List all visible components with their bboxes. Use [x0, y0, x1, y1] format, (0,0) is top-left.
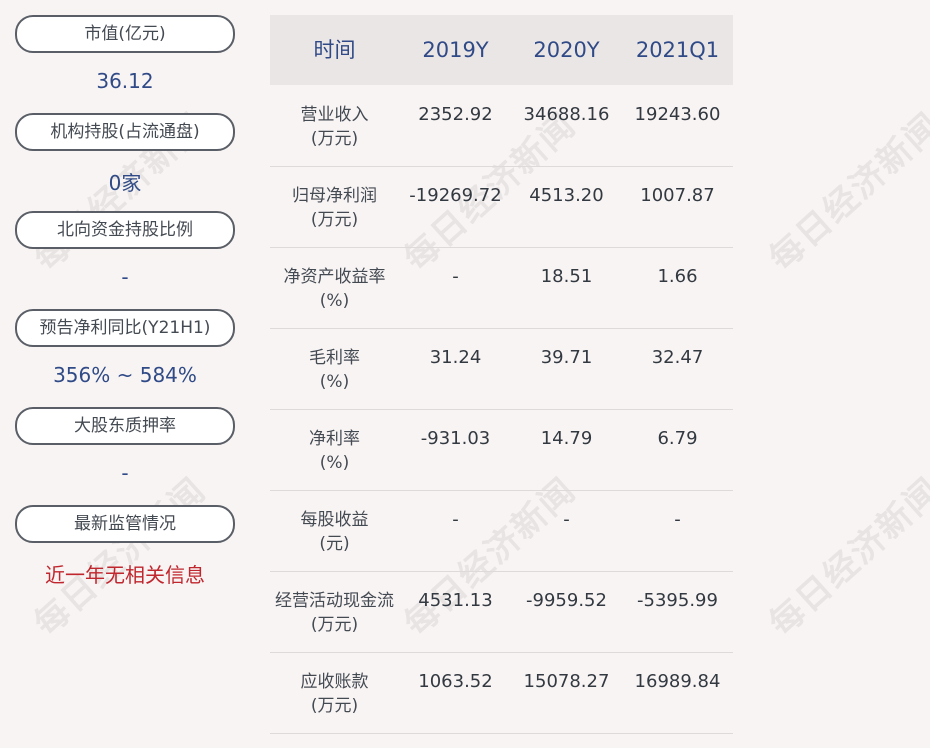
- institutional-holdings-value: 0家: [108, 171, 142, 195]
- table-cell: 4531.13: [418, 590, 493, 611]
- table-header: 时间 2019Y 2020Y 2021Q1: [270, 15, 733, 85]
- table-cell: 1007.87: [640, 185, 715, 206]
- table-cell: -: [674, 509, 681, 530]
- table-cell: 14.79: [540, 428, 593, 449]
- row-label: 净利率 (%): [309, 429, 360, 473]
- table-row: 净利率 (%) -931.03 14.79 6.79: [270, 409, 733, 491]
- table-cell: 31.24: [429, 347, 482, 368]
- watermark: 每日经济新闻: [761, 104, 930, 280]
- header-period: 时间: [313, 38, 356, 62]
- watermark: 每日经济新闻: [761, 469, 930, 645]
- regulatory-status-label: 最新监管情况: [15, 505, 235, 543]
- table-cell: -: [452, 266, 459, 287]
- table-row: 经营活动现金流 (万元) 4531.13 -9959.52 -5395.99: [270, 571, 733, 653]
- northbound-holding-label: 北向资金持股比例: [15, 211, 235, 249]
- market-cap-value: 36.12: [96, 69, 154, 93]
- table-cell: 1063.52: [418, 671, 493, 692]
- regulatory-status-value: 近一年无相关信息: [45, 563, 205, 587]
- table-cell: 19243.60: [634, 104, 721, 125]
- table-cell: 16989.84: [634, 671, 721, 692]
- table-cell: 15078.27: [523, 671, 610, 692]
- table-cell: -931.03: [420, 428, 491, 449]
- header-2019y: 2019Y: [422, 38, 489, 62]
- table-row: 净资产收益率 (%) - 18.51 1.66: [270, 247, 733, 329]
- table-cell: 1.66: [657, 266, 698, 287]
- row-label: 归母净利润 (万元): [292, 186, 377, 230]
- table-row: 毛利率 (%) 31.24 39.71 32.47: [270, 328, 733, 410]
- table-cell: 6.79: [657, 428, 698, 449]
- table-cell: 18.51: [540, 266, 593, 287]
- row-label: 营业收入 (万元): [300, 105, 369, 149]
- table-row: 应收账款 (万元) 1063.52 15078.27 16989.84: [270, 652, 733, 734]
- header-2020y: 2020Y: [533, 38, 600, 62]
- table-cell: 4513.20: [529, 185, 604, 206]
- table-cell: -9959.52: [526, 590, 607, 611]
- row-label: 每股收益 (元): [300, 510, 369, 554]
- row-label: 净资产收益率 (%): [283, 267, 386, 311]
- table-cell: -19269.72: [409, 185, 502, 206]
- table-cell: -: [452, 509, 459, 530]
- pledge-ratio-label: 大股东质押率: [15, 407, 235, 445]
- table-cell: -5395.99: [637, 590, 718, 611]
- table-cell: 2352.92: [418, 104, 493, 125]
- row-label: 经营活动现金流 (万元): [275, 591, 394, 635]
- pledge-ratio-value: -: [121, 461, 129, 485]
- watermark: 每日经济新闻: [26, 469, 214, 645]
- profit-forecast-value: 356% ~ 584%: [53, 363, 197, 387]
- profit-forecast-label: 预告净利同比(Y21H1): [15, 309, 235, 347]
- table-cell: 32.47: [651, 347, 704, 368]
- institutional-holdings-label: 机构持股(占流通盘): [15, 113, 235, 151]
- table-row: 营业收入 (万元) 2352.92 34688.16 19243.60: [270, 85, 733, 167]
- table-cell: 34688.16: [523, 104, 610, 125]
- table-row: 每股收益 (元) - - -: [270, 490, 733, 572]
- table-row: 归母净利润 (万元) -19269.72 4513.20 1007.87: [270, 166, 733, 248]
- header-2021q1: 2021Q1: [635, 38, 720, 62]
- table-cell: 39.71: [540, 347, 593, 368]
- northbound-holding-value: -: [121, 265, 129, 289]
- table-cell: -: [563, 509, 570, 530]
- row-label: 应收账款 (万元): [300, 672, 369, 716]
- row-label: 毛利率 (%): [309, 348, 360, 392]
- market-cap-label: 市值(亿元): [15, 15, 235, 53]
